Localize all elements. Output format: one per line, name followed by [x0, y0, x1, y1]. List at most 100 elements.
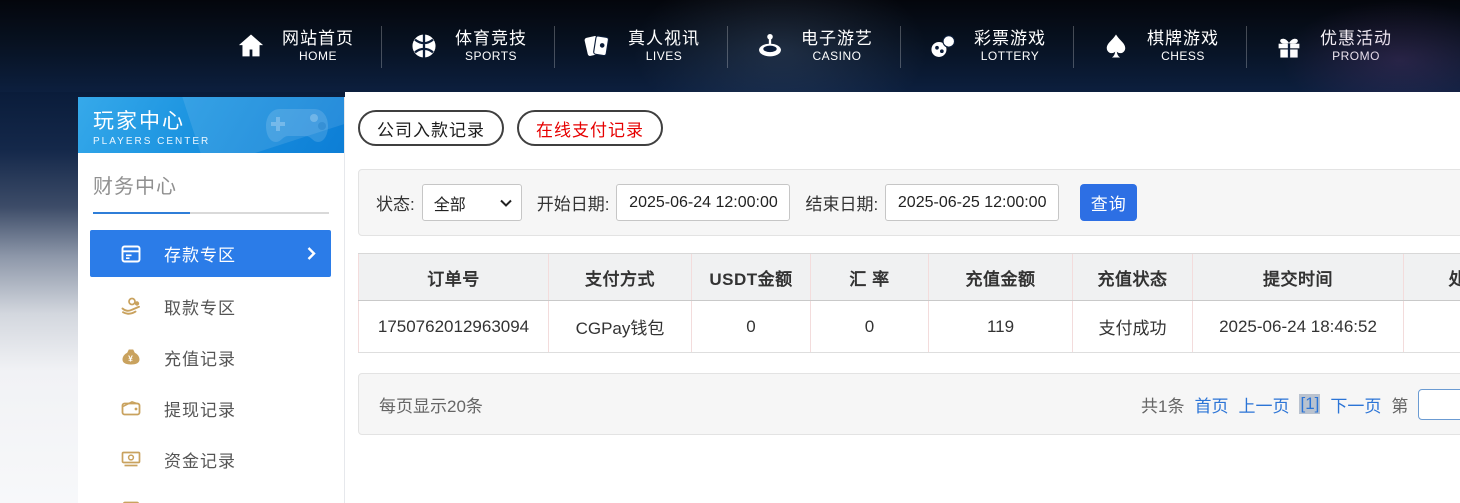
start-date-input[interactable] — [616, 184, 790, 221]
finance-center-heading: 财务中心 — [93, 170, 329, 199]
section-underline — [93, 212, 329, 214]
cell-recharge-status: 支付成功 — [1073, 301, 1193, 353]
gift-icon — [1273, 30, 1305, 62]
nav-item[interactable]: 优惠活动 PROMO — [1246, 0, 1419, 92]
funds-icon — [120, 448, 142, 470]
nav-item[interactable]: 网站首页 HOME — [208, 0, 381, 92]
nav-label-zh: 彩票游戏 — [974, 28, 1046, 49]
jump-page-input[interactable] — [1418, 389, 1460, 420]
svg-text:¥: ¥ — [128, 353, 134, 363]
top-navigation: 网站首页 HOME 体育竞技 SPORTS 真人视讯 — [0, 0, 1460, 92]
sidebar-item[interactable]: 提现记录 — [78, 383, 344, 433]
query-button[interactable]: 查询 — [1080, 184, 1137, 221]
col-exchange-rate: 汇 率 — [811, 254, 929, 301]
main-content: 公司入款记录 在线支付记录 状态: 全部 开始日期: 结束日期: 查询 — [345, 92, 1460, 435]
nav-item[interactable]: 体育竞技 SPORTS — [381, 0, 554, 92]
pagination-bar: 每页显示20条 共1条 首页 上一页 [1] 下一页 第 — [358, 373, 1460, 435]
cell-order-number: 1750762012963094 — [359, 301, 549, 353]
nav-label-en: PROMO — [1332, 49, 1380, 64]
cell-payment-method: CGPay钱包 — [549, 301, 692, 353]
nav-label-en: CHESS — [1161, 49, 1205, 64]
sidebar-item-label: 提现记录 — [164, 396, 236, 421]
chevron-down-icon — [500, 199, 512, 207]
col-payment-method: 支付方式 — [549, 254, 692, 301]
chevron-right-icon — [307, 247, 316, 260]
status-select[interactable]: 全部 — [422, 184, 522, 221]
sidebar-item-label: 存款专区 — [164, 241, 236, 266]
withdrawal-icon — [120, 397, 142, 419]
sidebar-menu: 存款专区 取款专区 ¥ 充值记录 — [78, 230, 344, 503]
next-page-link[interactable]: 下一页 — [1330, 392, 1381, 417]
nav-label-en: SPORTS — [465, 49, 517, 64]
pagination-controls: 共1条 首页 上一页 [1] 下一页 第 — [1141, 374, 1460, 434]
nav-label-zh: 棋牌游戏 — [1147, 28, 1219, 49]
start-date-label: 开始日期: — [537, 190, 610, 215]
sidebar: 玩家中心 PLAYERS CENTER 财务中心 存款专区 — [78, 97, 345, 503]
sidebar-item-label: 彩票下注明细 — [164, 498, 272, 503]
casino-icon — [754, 30, 786, 62]
record-tab[interactable]: 公司入款记录 — [358, 110, 504, 146]
cell-submit-time: 2025-06-24 18:46:52 — [1193, 301, 1404, 353]
deposit-icon — [120, 243, 142, 265]
nav-label-en: CASINO — [812, 49, 861, 64]
cell-process-time — [1404, 301, 1460, 353]
end-date-label: 结束日期: — [805, 190, 878, 215]
page: 网站首页 HOME 体育竞技 SPORTS 真人视讯 — [0, 0, 1460, 503]
sidebar-item[interactable]: 资金记录 — [78, 434, 344, 484]
lottery-bet-icon — [120, 499, 142, 503]
nav-item[interactable]: 电子游艺 CASINO — [727, 0, 900, 92]
recharge-icon: ¥ — [120, 346, 142, 368]
nav-label-zh: 真人视讯 — [628, 28, 700, 49]
players-center-title: 玩家中心 — [93, 105, 344, 135]
record-tab-label: 公司入款记录 — [377, 116, 485, 141]
sidebar-item[interactable]: 存款专区 — [90, 230, 331, 277]
record-tab[interactable]: 在线支付记录 — [517, 110, 663, 146]
withdraw-icon — [120, 295, 142, 317]
record-tab-label: 在线支付记录 — [536, 116, 644, 141]
end-date-input[interactable] — [885, 184, 1059, 221]
gamepad-icon — [262, 103, 336, 147]
nav-label-zh: 网站首页 — [282, 28, 354, 49]
record-tabs: 公司入款记录 在线支付记录 — [358, 110, 1460, 146]
page-size-text: 每页显示20条 — [379, 392, 483, 417]
col-usdt-amount: USDT金额 — [692, 254, 811, 301]
lottery-icon — [927, 30, 959, 62]
col-process-time: 处理时间 — [1404, 254, 1460, 301]
table-row: 1750762012963094 CGPay钱包 0 0 119 支付成功 20… — [359, 301, 1460, 353]
nav-label-zh: 优惠活动 — [1320, 28, 1392, 49]
nav-items: 网站首页 HOME 体育竞技 SPORTS 真人视讯 — [208, 0, 1419, 92]
col-submit-time: 提交时间 — [1193, 254, 1404, 301]
nav-item[interactable]: 彩票游戏 LOTTERY — [900, 0, 1073, 92]
col-order-number: 订单号 — [359, 254, 549, 301]
nav-item[interactable]: 真人视讯 LIVES — [554, 0, 727, 92]
nav-label-en: LIVES — [646, 49, 683, 64]
total-count-text: 共1条 — [1141, 392, 1184, 417]
nav-label-en: HOME — [299, 49, 337, 64]
cell-usdt-amount: 0 — [692, 301, 811, 353]
sidebar-item[interactable]: ¥ 充值记录 — [78, 332, 344, 382]
prev-page-link[interactable]: 上一页 — [1238, 392, 1289, 417]
sidebar-item[interactable]: 彩票下注明细 — [78, 485, 344, 503]
cell-exchange-rate: 0 — [811, 301, 929, 353]
chess-icon — [1100, 30, 1132, 62]
nav-label-zh: 体育竞技 — [455, 28, 527, 49]
filter-bar: 状态: 全部 开始日期: 结束日期: 查询 — [358, 169, 1460, 236]
sidebar-item[interactable]: 取款专区 — [78, 281, 344, 331]
jump-page-label: 第 — [1391, 392, 1408, 417]
cards-icon — [581, 30, 613, 62]
first-page-link[interactable]: 首页 — [1194, 392, 1228, 417]
sidebar-item-label: 充值记录 — [164, 345, 236, 370]
sidebar-item-label: 取款专区 — [164, 294, 236, 319]
col-recharge-status: 充值状态 — [1073, 254, 1193, 301]
nav-label-zh: 电子游艺 — [801, 28, 873, 49]
status-label: 状态: — [376, 190, 415, 215]
cell-recharge-amount: 119 — [929, 301, 1073, 353]
current-page-indicator: [1] — [1299, 394, 1320, 414]
payment-records-table: 订单号 支付方式 USDT金额 汇 率 充值金额 充值状态 提交时间 处理时间 … — [358, 253, 1460, 353]
col-recharge-amount: 充值金额 — [929, 254, 1073, 301]
sidebar-header: 玩家中心 PLAYERS CENTER — [78, 97, 344, 153]
status-select-value: 全部 — [434, 191, 466, 215]
sports-icon — [408, 30, 440, 62]
nav-item[interactable]: 棋牌游戏 CHESS — [1073, 0, 1246, 92]
table-header-row: 订单号 支付方式 USDT金额 汇 率 充值金额 充值状态 提交时间 处理时间 — [359, 254, 1460, 301]
